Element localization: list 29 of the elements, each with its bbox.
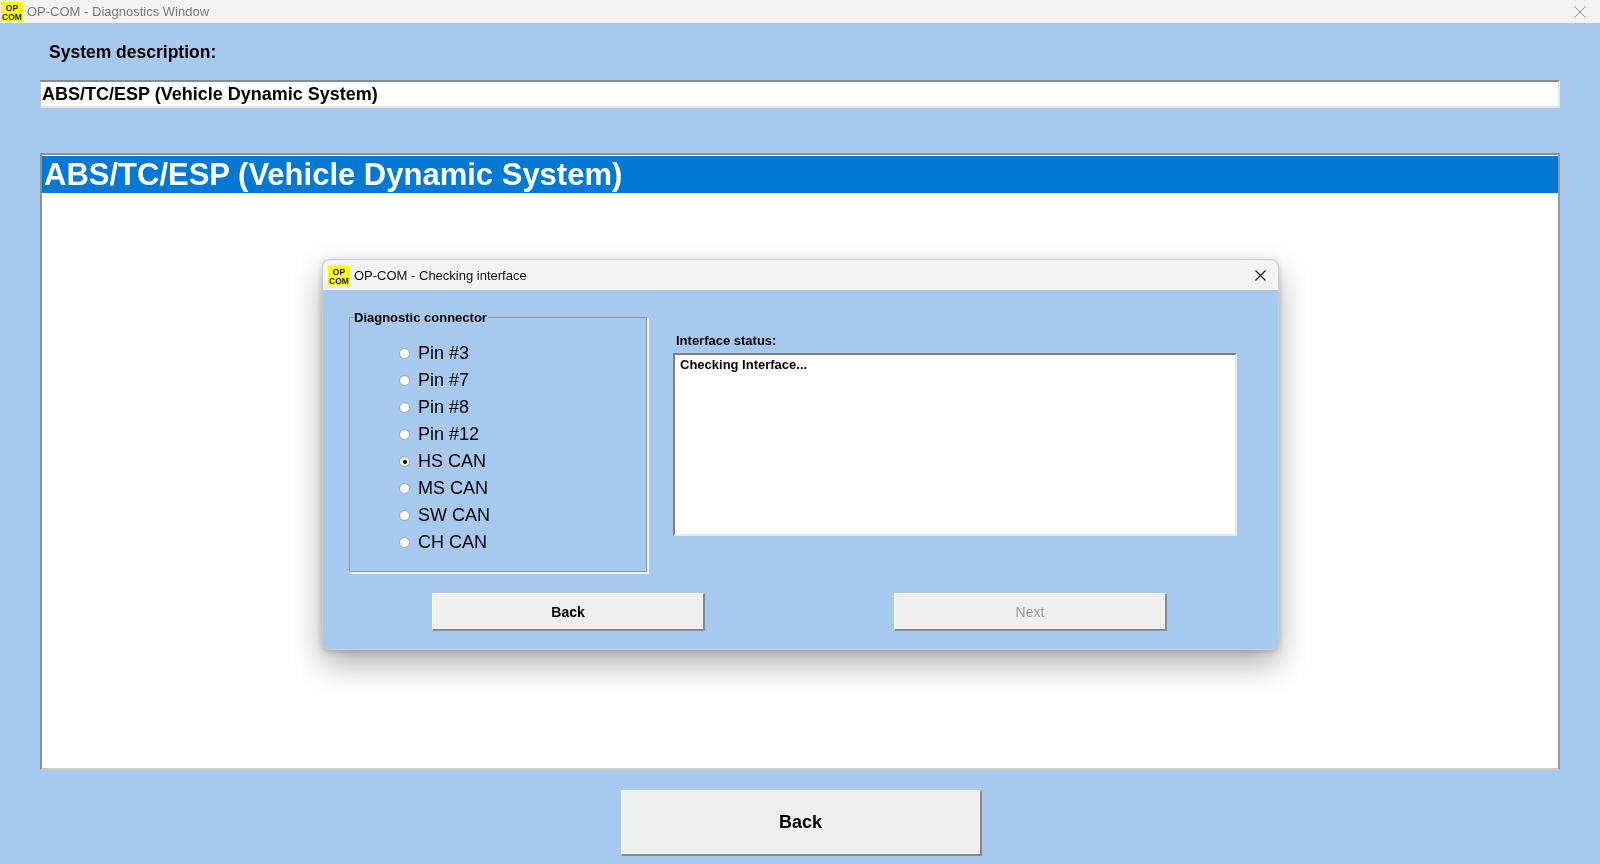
dialog-title: OP-COM - Checking interface xyxy=(354,267,528,283)
radio-option[interactable]: Pin #7 xyxy=(399,367,470,394)
group-legend: Diagnostic connector xyxy=(354,310,488,325)
radio-option[interactable]: Pin #12 xyxy=(399,421,480,448)
radio-icon[interactable] xyxy=(399,375,410,386)
back-button[interactable]: Back xyxy=(432,593,705,631)
field-label: System description: xyxy=(49,42,217,62)
status-label: Interface status: xyxy=(676,333,777,348)
radio-icon[interactable] xyxy=(399,510,410,521)
back-button[interactable]: Back xyxy=(620,790,982,856)
radio-icon[interactable] xyxy=(399,402,410,413)
app-logo-icon: OP COM xyxy=(328,265,350,285)
radio-icon[interactable] xyxy=(399,348,410,359)
radio-icon[interactable] xyxy=(399,483,410,494)
close-icon[interactable] xyxy=(1255,269,1266,281)
description-field[interactable]: ABS/TC/ESP (Vehicle Dynamic System) xyxy=(40,80,1560,108)
radio-option[interactable]: MS CAN xyxy=(399,475,488,502)
radio-icon[interactable] xyxy=(399,429,410,440)
window-title: OP-COM - Diagnostics Window xyxy=(27,4,211,19)
radio-option[interactable]: Pin #3 xyxy=(399,340,470,367)
radio-option[interactable]: SW CAN xyxy=(399,502,490,529)
radio-icon[interactable] xyxy=(399,537,410,548)
status-field[interactable]: Checking Interface... xyxy=(673,353,1237,536)
app-logo-icon: OP COM xyxy=(1,2,23,21)
radio-option[interactable]: Pin #8 xyxy=(399,394,470,421)
panel-header: ABS/TC/ESP (Vehicle Dynamic System) xyxy=(42,156,1558,193)
radio-option[interactable]: HS CAN xyxy=(399,448,486,475)
radio-option[interactable]: CH CAN xyxy=(399,529,487,556)
radio-icon[interactable] xyxy=(399,456,410,467)
